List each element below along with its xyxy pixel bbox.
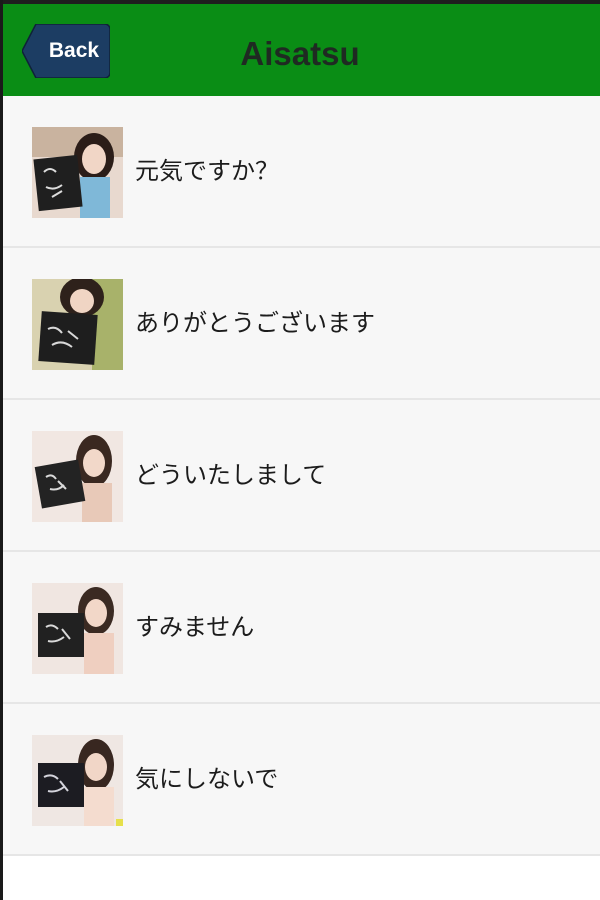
list-item[interactable]: どういたしまして xyxy=(0,400,600,552)
window-edge xyxy=(0,0,3,900)
list-item-label: 元気ですか？ xyxy=(135,157,279,185)
list-item-label: どういたしまして xyxy=(135,461,327,489)
thumbnail-image xyxy=(32,431,123,522)
app-screen: Back Aisatsu 元気ですか？ ありがとうございます どういたしまして … xyxy=(0,0,600,900)
list-item[interactable]: 気にしないで xyxy=(0,704,600,856)
thumbnail-image xyxy=(32,127,123,218)
list-item[interactable]: ありがとうございます xyxy=(0,248,600,400)
thumbnail-image xyxy=(32,583,123,674)
thumbnail-image xyxy=(32,279,123,370)
greeting-list: 元気ですか？ ありがとうございます どういたしまして すみません 気にしないで xyxy=(0,96,600,856)
list-item-label: 気にしないで xyxy=(135,765,279,793)
list-item[interactable]: すみません xyxy=(0,552,600,704)
list-item[interactable]: 元気ですか？ xyxy=(0,96,600,248)
back-button[interactable]: Back xyxy=(22,24,110,78)
page-title: Aisatsu xyxy=(240,35,360,72)
header-bar: Back Aisatsu xyxy=(0,0,600,96)
back-button-label: Back xyxy=(48,39,100,62)
thumbnail-image xyxy=(32,735,123,826)
list-item-label: すみません xyxy=(135,613,255,641)
list-item-label: ありがとうございます xyxy=(135,309,375,337)
